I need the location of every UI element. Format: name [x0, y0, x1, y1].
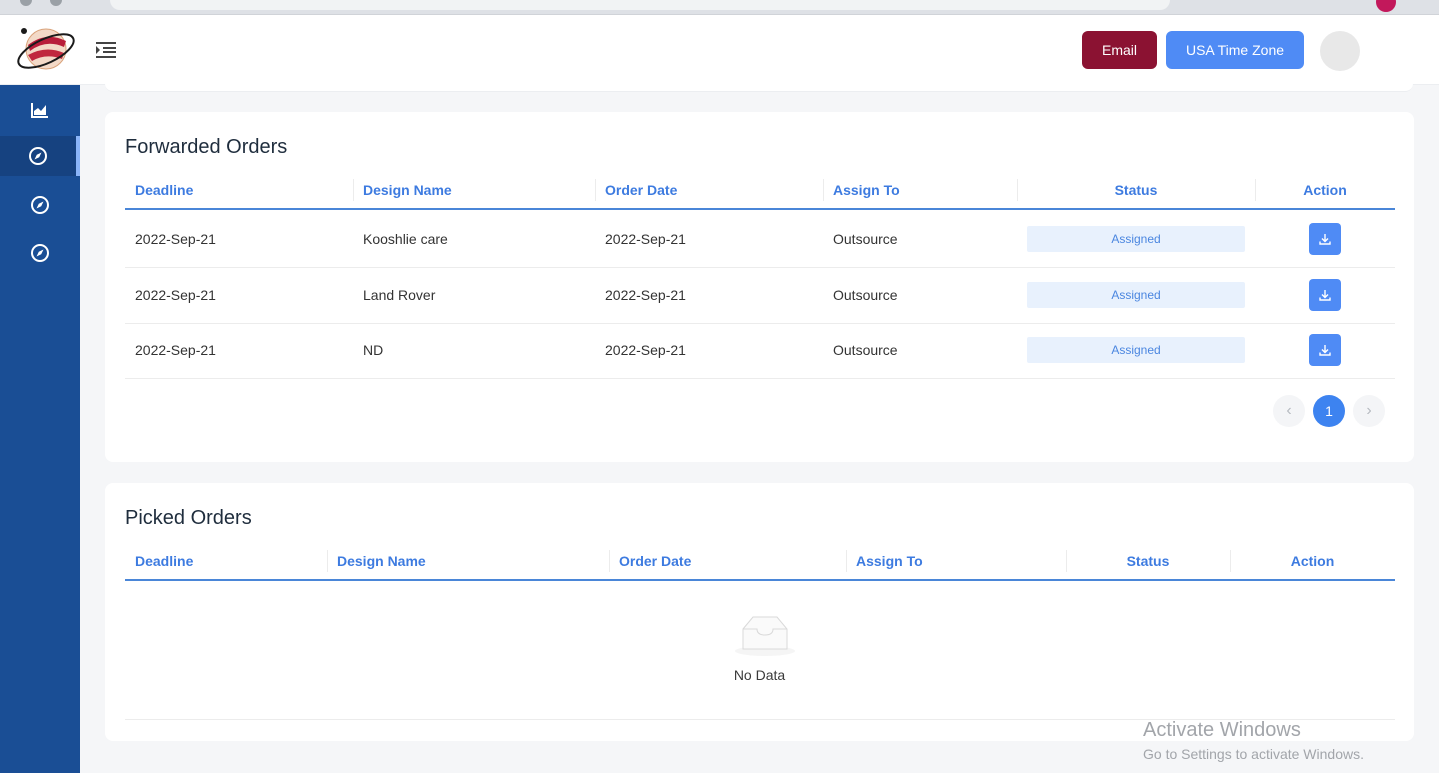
user-avatar[interactable]: [1320, 31, 1360, 71]
compass-icon: [31, 244, 49, 262]
cell-deadline: 2022-Sep-21: [135, 231, 216, 247]
sidebar-item-orders-2[interactable]: [0, 185, 80, 225]
picked-orders-title: Picked Orders: [125, 507, 252, 529]
cell-deadline: 2022-Sep-21: [135, 287, 216, 303]
empty-state-text: No Data: [733, 667, 786, 683]
download-button[interactable]: [1309, 334, 1341, 366]
compass-icon: [31, 196, 49, 214]
picked-orders-header: Deadline Design Name Order Date Assign T…: [125, 543, 1395, 581]
address-bar[interactable]: [110, 0, 1170, 10]
column-header-status[interactable]: Status: [1066, 543, 1230, 579]
pagination-prev-button[interactable]: ‹: [1273, 395, 1305, 427]
status-badge: Assigned: [1027, 282, 1245, 308]
column-header-action[interactable]: Action: [1230, 543, 1395, 579]
pagination-next-button[interactable]: ›: [1353, 395, 1385, 427]
back-icon[interactable]: [20, 0, 32, 6]
compass-icon: [29, 147, 47, 165]
cell-deadline: 2022-Sep-21: [135, 342, 216, 358]
column-header-assign-to[interactable]: Assign To: [846, 543, 1066, 579]
cell-design-name: Land Rover: [363, 287, 436, 303]
column-header-design-name[interactable]: Design Name: [353, 172, 595, 208]
cell-assign-to: Outsource: [833, 287, 898, 303]
table-row: 2022-Sep-21 Kooshlie care 2022-Sep-21 Ou…: [125, 212, 1395, 268]
cell-order-date: 2022-Sep-21: [605, 342, 686, 358]
download-icon: [1319, 234, 1331, 245]
sidebar-item-dashboard[interactable]: [0, 90, 80, 130]
browser-chrome: [0, 0, 1439, 15]
chart-icon: [31, 103, 48, 118]
download-button[interactable]: [1309, 279, 1341, 311]
email-button[interactable]: Email: [1082, 31, 1157, 69]
forward-icon[interactable]: [50, 0, 62, 6]
menu-toggle-icon[interactable]: [94, 40, 118, 60]
cell-assign-to: Outsource: [833, 231, 898, 247]
table-row: 2022-Sep-21 ND 2022-Sep-21 Outsource Ass…: [125, 323, 1395, 379]
column-header-assign-to[interactable]: Assign To: [823, 172, 1017, 208]
column-header-order-date[interactable]: Order Date: [609, 543, 846, 579]
empty-inbox-icon: [735, 616, 795, 656]
usa-time-zone-button[interactable]: USA Time Zone: [1166, 31, 1304, 69]
cell-assign-to: Outsource: [833, 342, 898, 358]
cell-design-name: Kooshlie care: [363, 231, 448, 247]
download-icon: [1319, 290, 1331, 301]
app-logo: [17, 28, 75, 70]
table-row: 2022-Sep-21 Land Rover 2022-Sep-21 Outso…: [125, 268, 1395, 324]
sidebar: [0, 85, 80, 773]
cell-order-date: 2022-Sep-21: [605, 231, 686, 247]
status-badge: Assigned: [1027, 337, 1245, 363]
status-badge: Assigned: [1027, 226, 1245, 252]
column-header-deadline[interactable]: Deadline: [125, 172, 353, 208]
cell-design-name: ND: [363, 342, 384, 358]
cell-order-date: 2022-Sep-21: [605, 287, 686, 303]
column-header-design-name[interactable]: Design Name: [327, 543, 609, 579]
forwarded-orders-card: Forwarded Orders Deadline Design Name Or…: [105, 112, 1414, 462]
column-header-deadline[interactable]: Deadline: [125, 543, 327, 579]
picked-orders-card: Picked Orders Deadline Design Name Order…: [105, 483, 1414, 741]
column-header-order-date[interactable]: Order Date: [595, 172, 823, 208]
watermark-subtitle: Go to Settings to activate Windows.: [1143, 746, 1364, 762]
forwarded-orders-title: Forwarded Orders: [125, 136, 288, 158]
column-header-action[interactable]: Action: [1255, 172, 1395, 208]
download-icon: [1319, 345, 1331, 356]
column-header-status[interactable]: Status: [1017, 172, 1255, 208]
watermark-title: Activate Windows: [1143, 719, 1301, 741]
forwarded-orders-header: Deadline Design Name Order Date Assign T…: [125, 172, 1395, 210]
app-header: Email USA Time Zone: [0, 15, 1439, 85]
pagination-page-button[interactable]: 1: [1313, 395, 1345, 427]
sidebar-item-orders-1[interactable]: [0, 136, 80, 176]
activate-windows-watermark: Activate Windows Go to Settings to activ…: [1143, 719, 1364, 762]
top-card-edge: [105, 84, 1413, 92]
download-button[interactable]: [1309, 223, 1341, 255]
browser-profile-avatar[interactable]: [1376, 0, 1396, 12]
sidebar-item-orders-3[interactable]: [0, 233, 80, 273]
